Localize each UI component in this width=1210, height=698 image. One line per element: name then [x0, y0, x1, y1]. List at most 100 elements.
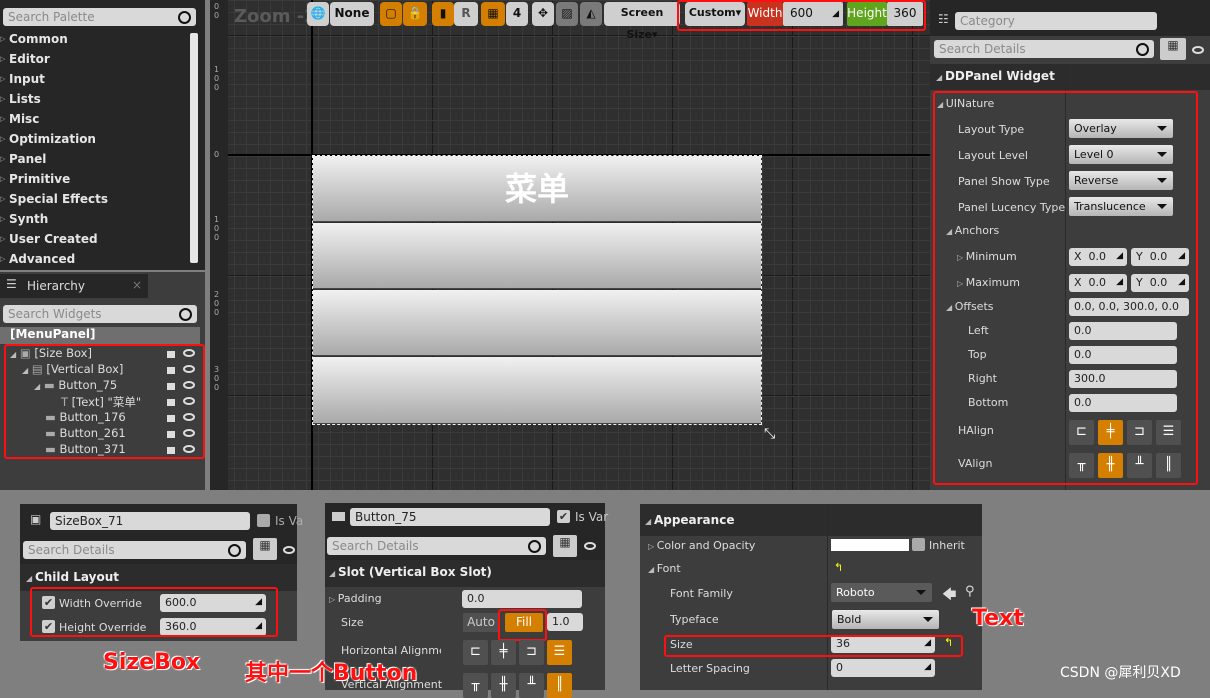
- hierarchy-panel: ☰ Hierarchy × Search Widgets [MenuPanel]…: [0, 272, 205, 490]
- preview-button-261[interactable]: [313, 290, 761, 356]
- valign-top-button[interactable]: ╥: [463, 673, 488, 698]
- padding-input[interactable]: 0.0: [462, 590, 582, 608]
- highlight-box: [498, 609, 547, 641]
- highlight-box: [677, 0, 926, 31]
- highlight-box: [664, 635, 963, 657]
- eye-icon[interactable]: [283, 546, 295, 554]
- valign-fill-button[interactable]: ║: [547, 673, 572, 698]
- letter-spacing-label: Letter Spacing: [670, 662, 750, 675]
- halign-left-button[interactable]: ⊏: [463, 640, 488, 665]
- zoom-label: Zoom -2: [234, 6, 317, 27]
- halign-fill-button[interactable]: ☰: [547, 640, 572, 665]
- is-variable-label: Is Va: [275, 514, 304, 528]
- widget-name-input[interactable]: Button_75: [350, 508, 550, 526]
- highlight-box: [933, 91, 1198, 485]
- preview-text: 菜单: [504, 170, 569, 208]
- section-title: Slot (Vertical Box Slot): [337, 565, 492, 579]
- highlight-box: [4, 344, 205, 459]
- fill-value-input[interactable]: 1.0: [547, 613, 583, 631]
- palette-category[interactable]: Input: [0, 72, 45, 86]
- palette-category[interactable]: Advanced: [0, 252, 75, 266]
- padding-row[interactable]: ▷ Padding: [329, 592, 382, 605]
- section-header[interactable]: ◢ Child Layout: [26, 570, 119, 584]
- halign-center-button[interactable]: ╪: [491, 640, 516, 665]
- image-icon[interactable]: ▨: [556, 2, 578, 26]
- none-dropdown[interactable]: None: [330, 2, 374, 26]
- property-matrix-button[interactable]: ▦: [553, 535, 577, 557]
- palette-category[interactable]: Common: [0, 32, 68, 46]
- hierarchy-icon: ☰: [6, 277, 17, 291]
- localization-button[interactable]: 🌐: [307, 2, 329, 26]
- palette-scrollbar[interactable]: [190, 33, 198, 263]
- section-header[interactable]: ◢ DDPanel Widget: [936, 69, 1055, 83]
- color-swatch[interactable]: [831, 539, 909, 551]
- text-details: ◢ Appearance ▷ Color and Opacity Inherit…: [640, 504, 982, 690]
- size-auto-button[interactable]: Auto: [463, 613, 499, 632]
- category-input[interactable]: Category: [955, 12, 1157, 30]
- section-title: DDPanel Widget: [944, 69, 1055, 83]
- palette-search-input[interactable]: Search Palette: [3, 8, 196, 26]
- sizebox-icon: ▣: [30, 512, 42, 526]
- sizebox-details: ▣ SizeBox_71 Is Va Search Details ▦ ◢ Ch…: [20, 504, 303, 641]
- lock-icon[interactable]: 🔒: [403, 2, 427, 26]
- tree-root[interactable]: [MenuPanel]: [0, 327, 200, 344]
- inherit-checkbox[interactable]: [912, 538, 925, 551]
- typeface-dropdown[interactable]: Bold: [832, 610, 939, 629]
- valign-bottom-button[interactable]: ╨: [519, 673, 544, 698]
- screen-size-label: Screen Size: [620, 6, 664, 41]
- outline-toggle[interactable]: ▢: [380, 2, 402, 26]
- color-row[interactable]: ▷ Color and Opacity: [648, 539, 755, 552]
- search-icon[interactable]: ⚲: [965, 584, 975, 599]
- search-widgets-input[interactable]: Search Widgets: [3, 305, 197, 323]
- palette-category[interactable]: Primitive: [0, 172, 70, 186]
- font-row[interactable]: ◢ Font: [648, 562, 681, 575]
- palette-category[interactable]: User Created: [0, 232, 98, 246]
- palette-category[interactable]: Panel: [0, 152, 46, 166]
- respect-locks-button[interactable]: R: [454, 2, 478, 26]
- screen-size-dropdown[interactable]: Screen Size▾: [604, 2, 680, 41]
- browse-arrow-icon[interactable]: 🡄: [942, 584, 956, 608]
- palette-category[interactable]: Optimization: [0, 132, 96, 146]
- reset-icon[interactable]: ↰: [834, 561, 843, 574]
- section-title: Child Layout: [34, 570, 120, 584]
- property-matrix-button[interactable]: ▦: [253, 538, 277, 560]
- is-variable-checkbox[interactable]: ✔: [557, 510, 570, 523]
- mirror-icon[interactable]: ◭: [580, 2, 602, 26]
- resize-handle-icon[interactable]: ⤡: [764, 426, 775, 442]
- font-label: Font: [656, 562, 681, 575]
- palette-category[interactable]: Synth: [0, 212, 48, 226]
- search-details-input[interactable]: Search Details: [327, 537, 546, 555]
- grid-snap-toggle[interactable]: ▦: [481, 2, 505, 26]
- layout-toggle[interactable]: ▮: [432, 2, 454, 26]
- palette-category[interactable]: Special Effects: [0, 192, 108, 206]
- widget-name-input[interactable]: SizeBox_71: [50, 512, 250, 530]
- property-matrix-button[interactable]: ▦: [1160, 38, 1186, 60]
- grid-size-dropdown[interactable]: 4: [506, 2, 528, 26]
- letter-spacing-input[interactable]: 0: [831, 659, 935, 677]
- transform-icon[interactable]: ✥: [532, 2, 554, 26]
- color-label: Color and Opacity: [656, 539, 756, 552]
- valign-center-button[interactable]: ╫: [491, 673, 516, 698]
- halign-right-button[interactable]: ⊐: [519, 640, 544, 665]
- annotation-text: Text: [972, 606, 1024, 631]
- eye-icon[interactable]: [1192, 46, 1204, 54]
- is-variable-label: Is Var: [575, 510, 609, 524]
- palette-category[interactable]: Lists: [0, 92, 41, 106]
- category-icon: ☷: [938, 12, 949, 26]
- search-details-input[interactable]: Search Details: [23, 541, 246, 559]
- is-variable-checkbox[interactable]: [257, 514, 270, 527]
- tab-hierarchy[interactable]: ☰ Hierarchy ×: [0, 274, 148, 298]
- preview-button-371[interactable]: [313, 357, 761, 424]
- section-header[interactable]: ◢ Appearance: [645, 513, 734, 527]
- preview-button-176[interactable]: [313, 223, 761, 289]
- palette-category[interactable]: Editor: [0, 52, 50, 66]
- eye-icon[interactable]: [584, 542, 596, 550]
- palette-category[interactable]: Misc: [0, 112, 39, 126]
- search-details-input[interactable]: Search Details: [934, 40, 1154, 58]
- palette-panel: Search Palette Common Editor Input Lists Mis…: [0, 0, 205, 270]
- font-family-dropdown[interactable]: Roboto: [831, 583, 932, 602]
- section-title: Appearance: [653, 513, 735, 527]
- inherit-label: Inherit: [929, 539, 965, 552]
- section-header[interactable]: ◢ Slot (Vertical Box Slot): [329, 565, 492, 579]
- close-icon[interactable]: ×: [132, 278, 142, 292]
